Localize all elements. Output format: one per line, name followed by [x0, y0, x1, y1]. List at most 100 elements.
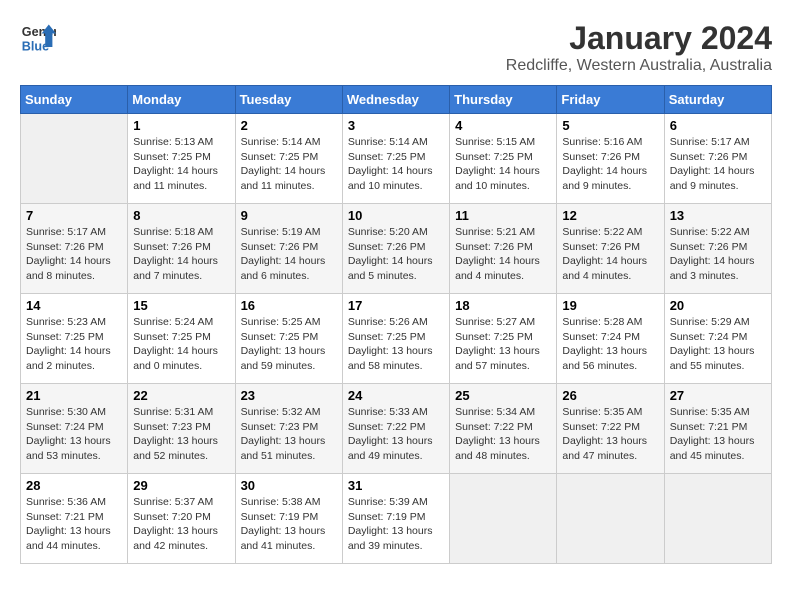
day-number: 23	[241, 388, 337, 403]
page-header: General Blue January 2024 Redcliffe, Wes…	[20, 20, 772, 75]
day-cell: 17 Sunrise: 5:26 AM Sunset: 7:25 PM Dayli…	[342, 294, 449, 384]
day-number: 20	[670, 298, 766, 313]
day-number: 4	[455, 118, 551, 133]
day-number: 6	[670, 118, 766, 133]
day-number: 5	[562, 118, 658, 133]
day-cell: 23 Sunrise: 5:32 AM Sunset: 7:23 PM Dayli…	[235, 384, 342, 474]
day-cell: 12 Sunrise: 5:22 AM Sunset: 7:26 PM Dayli…	[557, 204, 664, 294]
weekday-header-saturday: Saturday	[664, 86, 771, 114]
weekday-header-thursday: Thursday	[450, 86, 557, 114]
day-info: Sunrise: 5:14 AM Sunset: 7:25 PM Dayligh…	[348, 135, 444, 194]
svg-text:Blue: Blue	[22, 40, 49, 54]
day-cell: 5 Sunrise: 5:16 AM Sunset: 7:26 PM Daylig…	[557, 114, 664, 204]
day-cell: 27Sunrise: 5:35 AM Sunset: 7:21 PM Dayli…	[664, 384, 771, 474]
day-cell: 10 Sunrise: 5:20 AM Sunset: 7:26 PM Dayli…	[342, 204, 449, 294]
day-number: 10	[348, 208, 444, 223]
day-number: 13	[670, 208, 766, 223]
day-info: Sunrise: 5:18 AM Sunset: 7:26 PM Dayligh…	[133, 225, 229, 284]
day-cell: 30 Sunrise: 5:38 AM Sunset: 7:19 PM Dayli…	[235, 474, 342, 564]
weekday-header-friday: Friday	[557, 86, 664, 114]
day-info: Sunrise: 5:22 AM Sunset: 7:26 PM Dayligh…	[562, 225, 658, 284]
day-cell: 6 Sunrise: 5:17 AM Sunset: 7:26 PM Daylig…	[664, 114, 771, 204]
day-cell: 8 Sunrise: 5:18 AM Sunset: 7:26 PM Daylig…	[128, 204, 235, 294]
day-info: Sunrise: 5:17 AM Sunset: 7:26 PM Dayligh…	[26, 225, 122, 284]
day-info: Sunrise: 5:29 AM Sunset: 7:24 PM Dayligh…	[670, 315, 766, 374]
weekday-header-wednesday: Wednesday	[342, 86, 449, 114]
calendar-table: SundayMondayTuesdayWednesdayThursdayFrid…	[20, 85, 772, 564]
day-number: 30	[241, 478, 337, 493]
month-title: January 2024	[506, 20, 772, 57]
weekday-header-monday: Monday	[128, 86, 235, 114]
day-cell: 29Sunrise: 5:37 AM Sunset: 7:20 PM Dayli…	[128, 474, 235, 564]
day-cell: 11 Sunrise: 5:21 AM Sunset: 7:26 PM Dayli…	[450, 204, 557, 294]
weekday-header-sunday: Sunday	[21, 86, 128, 114]
day-info: Sunrise: 5:20 AM Sunset: 7:26 PM Dayligh…	[348, 225, 444, 284]
week-row-3: 14Sunrise: 5:23 AM Sunset: 7:25 PM Dayli…	[21, 294, 772, 384]
day-cell: 28 Sunrise: 5:36 AM Sunset: 7:21 PM Dayli…	[21, 474, 128, 564]
day-number: 15	[133, 298, 229, 313]
day-cell: 15 Sunrise: 5:24 AM Sunset: 7:25 PM Dayli…	[128, 294, 235, 384]
day-number: 1	[133, 118, 229, 133]
day-cell: 18 Sunrise: 5:27 AM Sunset: 7:25 PM Dayli…	[450, 294, 557, 384]
day-number: 26	[562, 388, 658, 403]
day-info: Sunrise: 5:14 AM Sunset: 7:25 PM Dayligh…	[241, 135, 337, 194]
title-block: January 2024 Redcliffe, Western Australi…	[506, 20, 772, 75]
day-cell: 2 Sunrise: 5:14 AM Sunset: 7:25 PM Daylig…	[235, 114, 342, 204]
week-row-4: 21Sunrise: 5:30 AM Sunset: 7:24 PM Dayli…	[21, 384, 772, 474]
day-cell: 9 Sunrise: 5:19 AM Sunset: 7:26 PM Daylig…	[235, 204, 342, 294]
day-info: Sunrise: 5:32 AM Sunset: 7:23 PM Dayligh…	[241, 405, 337, 464]
day-number: 16	[241, 298, 337, 313]
day-cell: 24 Sunrise: 5:33 AM Sunset: 7:22 PM Dayli…	[342, 384, 449, 474]
weekday-header-tuesday: Tuesday	[235, 86, 342, 114]
day-info: Sunrise: 5:21 AM Sunset: 7:26 PM Dayligh…	[455, 225, 551, 284]
day-info: Sunrise: 5:28 AM Sunset: 7:24 PM Dayligh…	[562, 315, 658, 374]
day-info: Sunrise: 5:31 AM Sunset: 7:23 PM Dayligh…	[133, 405, 229, 464]
day-info: Sunrise: 5:15 AM Sunset: 7:25 PM Dayligh…	[455, 135, 551, 194]
day-cell: 16Sunrise: 5:25 AM Sunset: 7:25 PM Dayli…	[235, 294, 342, 384]
day-cell: 25Sunrise: 5:34 AM Sunset: 7:22 PM Dayli…	[450, 384, 557, 474]
day-info: Sunrise: 5:36 AM Sunset: 7:21 PM Dayligh…	[26, 495, 122, 554]
day-number: 12	[562, 208, 658, 223]
day-cell: 7 Sunrise: 5:17 AM Sunset: 7:26 PM Daylig…	[21, 204, 128, 294]
day-cell	[450, 474, 557, 564]
day-info: Sunrise: 5:17 AM Sunset: 7:26 PM Dayligh…	[670, 135, 766, 194]
location-title: Redcliffe, Western Australia, Australia	[506, 57, 772, 75]
week-row-2: 7 Sunrise: 5:17 AM Sunset: 7:26 PM Daylig…	[21, 204, 772, 294]
day-number: 29	[133, 478, 229, 493]
day-info: Sunrise: 5:35 AM Sunset: 7:21 PM Dayligh…	[670, 405, 766, 464]
day-info: Sunrise: 5:27 AM Sunset: 7:25 PM Dayligh…	[455, 315, 551, 374]
day-number: 8	[133, 208, 229, 223]
day-number: 25	[455, 388, 551, 403]
day-number: 28	[26, 478, 122, 493]
day-number: 7	[26, 208, 122, 223]
weekday-header-row: SundayMondayTuesdayWednesdayThursdayFrid…	[21, 86, 772, 114]
day-info: Sunrise: 5:33 AM Sunset: 7:22 PM Dayligh…	[348, 405, 444, 464]
day-cell: 22 Sunrise: 5:31 AM Sunset: 7:23 PM Dayli…	[128, 384, 235, 474]
day-number: 3	[348, 118, 444, 133]
day-number: 18	[455, 298, 551, 313]
day-cell: 4 Sunrise: 5:15 AM Sunset: 7:25 PM Daylig…	[450, 114, 557, 204]
day-number: 21	[26, 388, 122, 403]
day-cell: 3 Sunrise: 5:14 AM Sunset: 7:25 PM Daylig…	[342, 114, 449, 204]
day-info: Sunrise: 5:16 AM Sunset: 7:26 PM Dayligh…	[562, 135, 658, 194]
week-row-5: 28 Sunrise: 5:36 AM Sunset: 7:21 PM Dayli…	[21, 474, 772, 564]
day-info: Sunrise: 5:38 AM Sunset: 7:19 PM Dayligh…	[241, 495, 337, 554]
day-cell: 21Sunrise: 5:30 AM Sunset: 7:24 PM Dayli…	[21, 384, 128, 474]
day-cell: 1 Sunrise: 5:13 AM Sunset: 7:25 PM Daylig…	[128, 114, 235, 204]
day-number: 2	[241, 118, 337, 133]
day-number: 22	[133, 388, 229, 403]
day-number: 24	[348, 388, 444, 403]
day-cell: 13Sunrise: 5:22 AM Sunset: 7:26 PM Dayli…	[664, 204, 771, 294]
week-row-1: 1 Sunrise: 5:13 AM Sunset: 7:25 PM Daylig…	[21, 114, 772, 204]
day-info: Sunrise: 5:26 AM Sunset: 7:25 PM Dayligh…	[348, 315, 444, 374]
day-number: 17	[348, 298, 444, 313]
day-number: 14	[26, 298, 122, 313]
day-info: Sunrise: 5:24 AM Sunset: 7:25 PM Dayligh…	[133, 315, 229, 374]
day-number: 11	[455, 208, 551, 223]
logo: General Blue	[20, 20, 56, 56]
day-info: Sunrise: 5:19 AM Sunset: 7:26 PM Dayligh…	[241, 225, 337, 284]
day-cell	[21, 114, 128, 204]
day-cell: 14Sunrise: 5:23 AM Sunset: 7:25 PM Dayli…	[21, 294, 128, 384]
day-info: Sunrise: 5:13 AM Sunset: 7:25 PM Dayligh…	[133, 135, 229, 194]
day-number: 9	[241, 208, 337, 223]
